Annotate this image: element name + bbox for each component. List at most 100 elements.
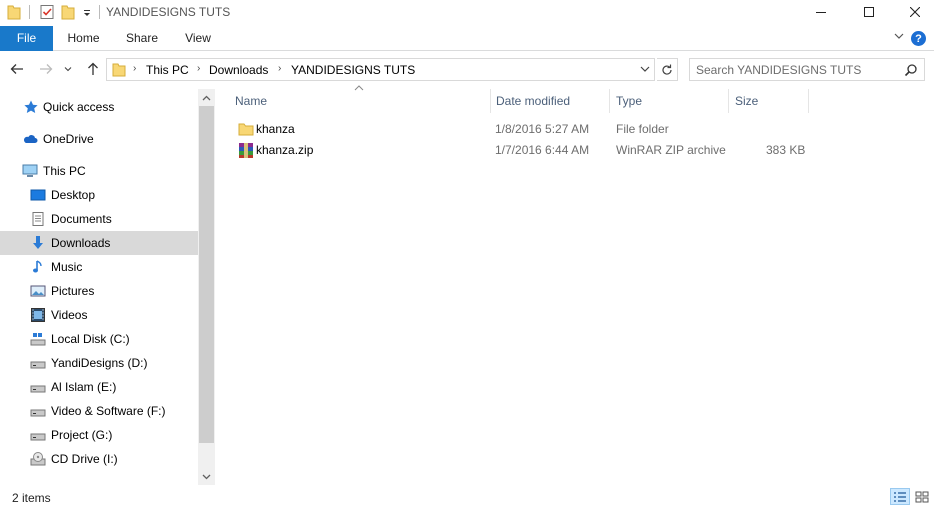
search-icon[interactable] — [904, 63, 918, 77]
properties-button[interactable] — [39, 4, 55, 20]
chevron-down-icon — [64, 67, 72, 72]
file-type: WinRAR ZIP archive — [616, 143, 726, 157]
search-input[interactable] — [690, 59, 900, 80]
breadcrumb-separator[interactable]: › — [278, 63, 281, 74]
nav-item-label: CD Drive (I:) — [51, 452, 118, 466]
breadcrumb-separator[interactable]: › — [133, 63, 136, 74]
drive-icon — [30, 361, 46, 369]
refresh-button[interactable] — [657, 58, 678, 81]
cd-drive-icon — [30, 452, 46, 466]
scroll-down-button[interactable] — [198, 468, 215, 485]
address-bar[interactable]: › This PC › Downloads › YANDIDESIGNS TUT… — [106, 58, 655, 81]
documents-icon — [32, 212, 44, 226]
column-header-date-modified[interactable]: Date modified — [488, 89, 608, 113]
large-icons-view-button[interactable] — [912, 488, 932, 505]
tab-file[interactable]: File — [0, 26, 53, 51]
nav-item-pictures[interactable]: Pictures — [0, 279, 198, 303]
nav-item-drive-g[interactable]: Project (G:) — [0, 423, 198, 447]
breadcrumb-this-pc[interactable]: This PC — [146, 63, 189, 77]
help-button[interactable]: ? — [911, 31, 926, 46]
nav-item-downloads[interactable]: Downloads — [0, 231, 198, 255]
nav-item-label: Videos — [51, 308, 88, 322]
search-box[interactable] — [689, 58, 925, 81]
column-divider[interactable] — [808, 89, 809, 113]
videos-icon — [31, 308, 45, 322]
up-button[interactable] — [84, 60, 102, 78]
dropdown-arrow-icon — [84, 10, 90, 16]
nav-item-documents[interactable]: Documents — [0, 207, 198, 231]
file-date: 1/7/2016 6:44 AM — [495, 143, 590, 157]
chevron-down-icon — [894, 33, 904, 39]
expand-ribbon-button[interactable] — [894, 32, 904, 43]
folder-icon — [7, 5, 21, 20]
address-history-button[interactable] — [640, 62, 650, 79]
music-note-icon — [33, 260, 42, 273]
column-header-type[interactable]: Type — [608, 89, 728, 113]
winrar-archive-icon — [239, 143, 253, 158]
system-drive-icon — [30, 333, 46, 346]
forward-button[interactable] — [37, 60, 55, 78]
large-icons-view-icon — [915, 491, 929, 502]
nav-item-this-pc[interactable]: This PC — [0, 159, 198, 183]
nav-item-drive-e[interactable]: Al Islam (E:) — [0, 375, 198, 399]
nav-item-label: Pictures — [51, 284, 95, 298]
breadcrumb-current-folder[interactable]: YANDIDESIGNS TUTS — [291, 63, 415, 77]
chevron-down-icon — [640, 66, 650, 72]
nav-item-label: Music — [51, 260, 83, 274]
file-row[interactable]: khanza.zip 1/7/2016 6:44 AM WinRAR ZIP a… — [234, 140, 814, 161]
nav-item-onedrive[interactable]: OneDrive — [0, 127, 198, 151]
file-date: 1/8/2016 5:27 AM — [495, 122, 590, 136]
close-icon — [910, 7, 920, 17]
scroll-up-button[interactable] — [198, 89, 215, 106]
nav-item-cd-drive[interactable]: CD Drive (I:) — [0, 447, 198, 471]
nav-item-music[interactable]: Music — [0, 255, 198, 279]
pictures-icon — [30, 285, 46, 297]
file-size: 383 KB — [766, 143, 806, 157]
nav-item-drive-f[interactable]: Video & Software (F:) — [0, 399, 198, 423]
desktop-icon — [30, 189, 46, 201]
nav-item-local-disk-c[interactable]: Local Disk (C:) — [0, 327, 198, 351]
nav-item-quick-access[interactable]: Quick access — [0, 95, 198, 119]
column-header-size[interactable]: Size — [727, 89, 807, 113]
tab-view[interactable]: View — [172, 26, 224, 51]
nav-item-label: This PC — [43, 164, 86, 178]
nav-item-label: Local Disk (C:) — [51, 332, 130, 346]
minimize-button[interactable] — [798, 0, 844, 24]
column-header-name[interactable]: Name — [227, 89, 490, 113]
tab-share[interactable]: Share — [114, 26, 170, 51]
navigation-scrollbar[interactable] — [198, 89, 215, 485]
arrow-right-icon — [40, 64, 53, 74]
file-name: khanza.zip — [256, 143, 314, 157]
new-folder-button[interactable] — [61, 4, 75, 20]
minimize-icon — [816, 12, 826, 13]
nav-item-desktop[interactable]: Desktop — [0, 183, 198, 207]
ribbon-tabs: File Home Share View ? — [0, 26, 934, 51]
scrollbar-thumb[interactable] — [199, 106, 214, 443]
back-button[interactable] — [8, 60, 26, 78]
nav-item-videos[interactable]: Videos — [0, 303, 198, 327]
folder-icon — [238, 123, 254, 136]
maximize-button[interactable] — [846, 0, 892, 24]
customize-toolbar-button[interactable] — [82, 4, 92, 20]
file-list-pane: Name Date modified Type Size khanza 1/8/… — [217, 85, 934, 485]
breadcrumb-separator[interactable]: › — [197, 63, 200, 74]
status-bar: 2 items — [0, 486, 934, 506]
nav-item-label: OneDrive — [43, 132, 94, 146]
maximize-icon — [864, 7, 874, 17]
nav-item-label: Quick access — [43, 100, 115, 114]
details-view-icon — [894, 491, 906, 502]
nav-item-drive-d[interactable]: YandiDesigns (D:) — [0, 351, 198, 375]
recent-locations-button[interactable] — [61, 60, 75, 78]
nav-item-label: Video & Software (F:) — [51, 404, 166, 418]
arrow-left-icon — [10, 64, 23, 74]
tab-home[interactable]: Home — [56, 26, 111, 51]
details-view-button[interactable] — [890, 488, 910, 505]
close-button[interactable] — [892, 0, 934, 24]
arrow-up-icon — [88, 62, 98, 75]
nav-item-label: YandiDesigns (D:) — [51, 356, 148, 370]
folder-icon — [112, 63, 126, 77]
toolbar-separator — [99, 5, 100, 19]
file-row[interactable]: khanza 1/8/2016 5:27 AM File folder — [234, 119, 814, 140]
chevron-up-icon — [202, 95, 211, 100]
breadcrumb-downloads[interactable]: Downloads — [209, 63, 268, 77]
